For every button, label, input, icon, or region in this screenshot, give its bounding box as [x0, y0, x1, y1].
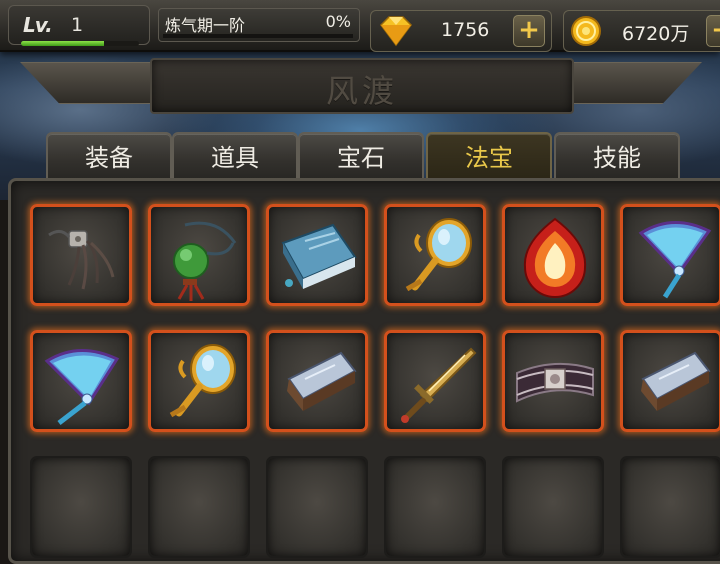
realm-name: 炼气期一阶	[165, 16, 246, 35]
golden-mirror-icon	[169, 344, 236, 418]
inventory-slot-1[interactable]	[30, 204, 132, 306]
inventory-slot-17[interactable]	[502, 456, 604, 558]
jade-pendant-icon	[173, 221, 237, 301]
level-label: Lv.	[23, 13, 53, 37]
gem-currency: 1756 +	[370, 10, 552, 52]
tab-items[interactable]: 道具	[172, 132, 298, 182]
feather-fan-icon	[638, 221, 712, 299]
flame-emblem-icon	[523, 217, 587, 298]
add-gold-button[interactable]: +	[706, 15, 720, 47]
inventory-slot-9[interactable]	[266, 330, 368, 432]
inventory-slot-8[interactable]	[148, 330, 250, 432]
gold-count: 6720万	[622, 23, 690, 45]
tab-skills[interactable]: 技能	[554, 132, 680, 182]
tassel-ornament-icon	[48, 230, 115, 290]
cultivation-realm-panel[interactable]: 炼气期一阶 0%	[158, 8, 360, 42]
inventory-slot-12[interactable]	[620, 330, 720, 432]
inventory-slot-4[interactable]	[384, 204, 486, 306]
stone-scroll-icon	[641, 351, 711, 411]
golden-mirror-icon	[405, 218, 472, 292]
add-gems-button[interactable]: +	[513, 15, 545, 47]
gold-currency: 6720万 +	[563, 10, 720, 52]
inventory-slot-15[interactable]	[266, 456, 368, 558]
realm-progress: 0%	[325, 12, 351, 31]
exp-bar	[21, 41, 139, 46]
gem-count: 1756	[441, 19, 490, 41]
golden-sword-icon	[401, 347, 477, 423]
level-value: 1	[71, 14, 84, 36]
feather-fan-icon	[44, 349, 120, 425]
inventory-slot-6[interactable]	[620, 204, 720, 306]
inventory-slot-2[interactable]	[148, 204, 250, 306]
inventory-slot-3[interactable]	[266, 204, 368, 306]
inventory-slot-16[interactable]	[384, 456, 486, 558]
gem-icon	[373, 15, 419, 51]
inventory-slot-7[interactable]	[30, 330, 132, 432]
gold-coin-icon	[566, 15, 606, 51]
tab-magic-treasures[interactable]: 法宝	[426, 132, 552, 182]
blue-book-icon	[281, 223, 357, 289]
inventory-slot-18[interactable]	[620, 456, 720, 558]
inventory-slot-10[interactable]	[384, 330, 486, 432]
ornate-belt-icon	[516, 362, 594, 403]
level-panel[interactable]: Lv. 1	[8, 5, 150, 46]
tab-gems[interactable]: 宝石	[298, 132, 424, 182]
inventory-slot-13[interactable]	[30, 456, 132, 558]
stone-scroll-icon	[287, 351, 357, 411]
top-hud: Lv. 1 炼气期一阶 0% 1756 + 6720万 +	[0, 0, 720, 52]
inventory-slot-5[interactable]	[502, 204, 604, 306]
tab-equipment[interactable]: 装备	[46, 132, 172, 182]
inventory-slot-11[interactable]	[502, 330, 604, 432]
page-title: 风渡	[325, 72, 398, 110]
exp-bar-fill	[21, 41, 104, 46]
inventory-slot-14[interactable]	[148, 456, 250, 558]
realm-progress-bar	[163, 34, 353, 38]
title-banner: 风渡	[150, 58, 574, 114]
